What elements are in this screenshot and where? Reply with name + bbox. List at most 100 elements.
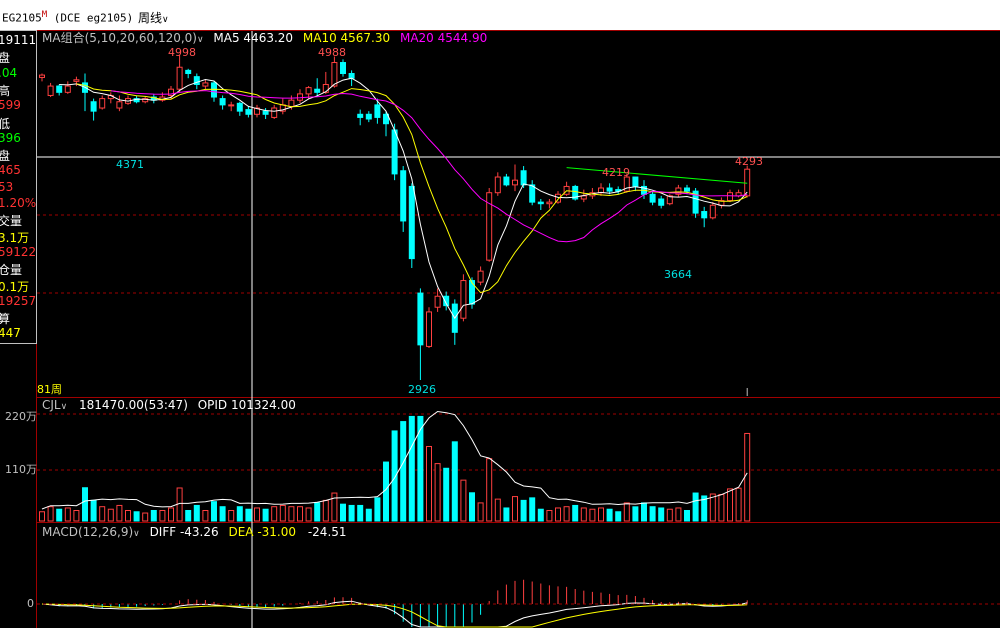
volume-bar (666, 508, 673, 522)
info-panel-row: 高 (0, 82, 10, 99)
volume-bar (254, 507, 260, 522)
high-label: 4998 (168, 46, 196, 59)
macd-legend: MACD(12,26,9)∨ DIFF -43.26 DEA -31.00 -2… (42, 525, 347, 539)
info-panel-row: 19257 (0, 293, 37, 308)
volume-bar (684, 509, 690, 522)
candle-body (649, 193, 656, 203)
candle-body (348, 73, 355, 79)
macd-axis-zero: 0 (27, 597, 34, 610)
candle-body (477, 270, 484, 283)
volume-bar (589, 508, 596, 522)
info-panel-row: 59122 (0, 244, 37, 259)
volume-bar (211, 501, 217, 522)
volume-bar (408, 415, 415, 522)
volume-bar (90, 499, 97, 522)
macd-legend-name[interactable]: MACD(12,26,9) (42, 525, 133, 539)
candle-body (469, 280, 475, 305)
volume-bar (692, 492, 699, 522)
volume-bar (632, 506, 639, 522)
ma60-line (566, 167, 748, 184)
volume-axis-high: 220万 (5, 410, 37, 423)
volume-bar (727, 488, 733, 522)
candle-body (417, 292, 424, 346)
volume-legend-name[interactable]: CJL (42, 398, 61, 412)
volume-bar (279, 504, 286, 522)
candle-body (262, 110, 269, 115)
candle-body (314, 88, 321, 93)
high-label: 4988 (318, 46, 346, 59)
volume-bar (99, 506, 106, 522)
volume-bar (185, 509, 192, 522)
candle-body (727, 192, 733, 202)
candle-body (546, 201, 553, 205)
low-label: 4371 (116, 158, 144, 171)
volume-axis-mid: 110万 (5, 463, 37, 476)
volume-bar (245, 508, 252, 522)
candle-body (374, 104, 381, 118)
ma-legend-name[interactable]: MA组合(5,10,20,60,120,0) (42, 31, 197, 45)
candle-body (331, 62, 338, 87)
volume-bar (322, 499, 329, 522)
candle-body (236, 102, 243, 112)
ma10-value: MA10 4567.30 (302, 31, 391, 45)
info-panel-row: 交量 (0, 214, 23, 229)
volume-bar (150, 509, 157, 522)
candle-body (357, 113, 364, 118)
volume-bar (391, 430, 398, 522)
volume-bar (494, 498, 501, 522)
volume-bar (262, 508, 269, 522)
candle-body (408, 185, 415, 260)
candle-body (744, 168, 751, 197)
candle-body (176, 66, 183, 90)
volume-bar (168, 507, 174, 522)
low-label: 3664 (664, 268, 692, 281)
volume-bar (477, 502, 484, 522)
volume-bar (718, 493, 725, 522)
high-label: 4219 (602, 166, 630, 179)
volume-bar (658, 507, 665, 522)
volume-bar (649, 506, 656, 522)
volume-bar (142, 512, 149, 522)
volume-bar (598, 507, 604, 522)
volume-bar (675, 507, 682, 522)
candle-body (426, 311, 432, 347)
opid-value: OPID 101324.00 (197, 398, 296, 412)
candle-body (606, 187, 613, 192)
volume-bar (546, 509, 553, 522)
candle-body (701, 211, 708, 219)
candle-body (340, 62, 346, 75)
volume-bar (615, 511, 622, 522)
volume-bar (340, 503, 346, 522)
volume-bar (529, 497, 536, 522)
candle-body (684, 187, 690, 192)
volume-bar (82, 487, 88, 522)
candle-body (365, 113, 372, 120)
volume-bar (107, 508, 114, 522)
volume-bar (503, 507, 510, 522)
candle-body (503, 176, 510, 186)
candle-body (90, 101, 97, 112)
info-panel-row: 447 (0, 326, 21, 341)
volume-bar (314, 502, 321, 522)
candle-body (116, 101, 123, 109)
candle-body (245, 109, 252, 115)
volume-bar (73, 509, 80, 522)
candle-body (228, 104, 235, 107)
info-panel-row: 0.1万 (0, 279, 30, 294)
candle-body (460, 280, 467, 319)
volume-bar (116, 504, 123, 522)
volume-bar (537, 508, 544, 522)
candle-body (632, 176, 639, 187)
candle-body (709, 204, 716, 219)
info-panel-row: .04 (0, 65, 18, 80)
volume-bar (357, 504, 364, 522)
volume-bar (460, 479, 467, 522)
candle-body (305, 87, 312, 95)
volume-bar (39, 511, 45, 522)
candle-body (271, 107, 278, 118)
volume-bar (520, 499, 527, 522)
volume-bar (348, 504, 355, 522)
volume-bar (486, 458, 493, 522)
candle-body (64, 85, 71, 93)
candle-body (400, 170, 407, 222)
